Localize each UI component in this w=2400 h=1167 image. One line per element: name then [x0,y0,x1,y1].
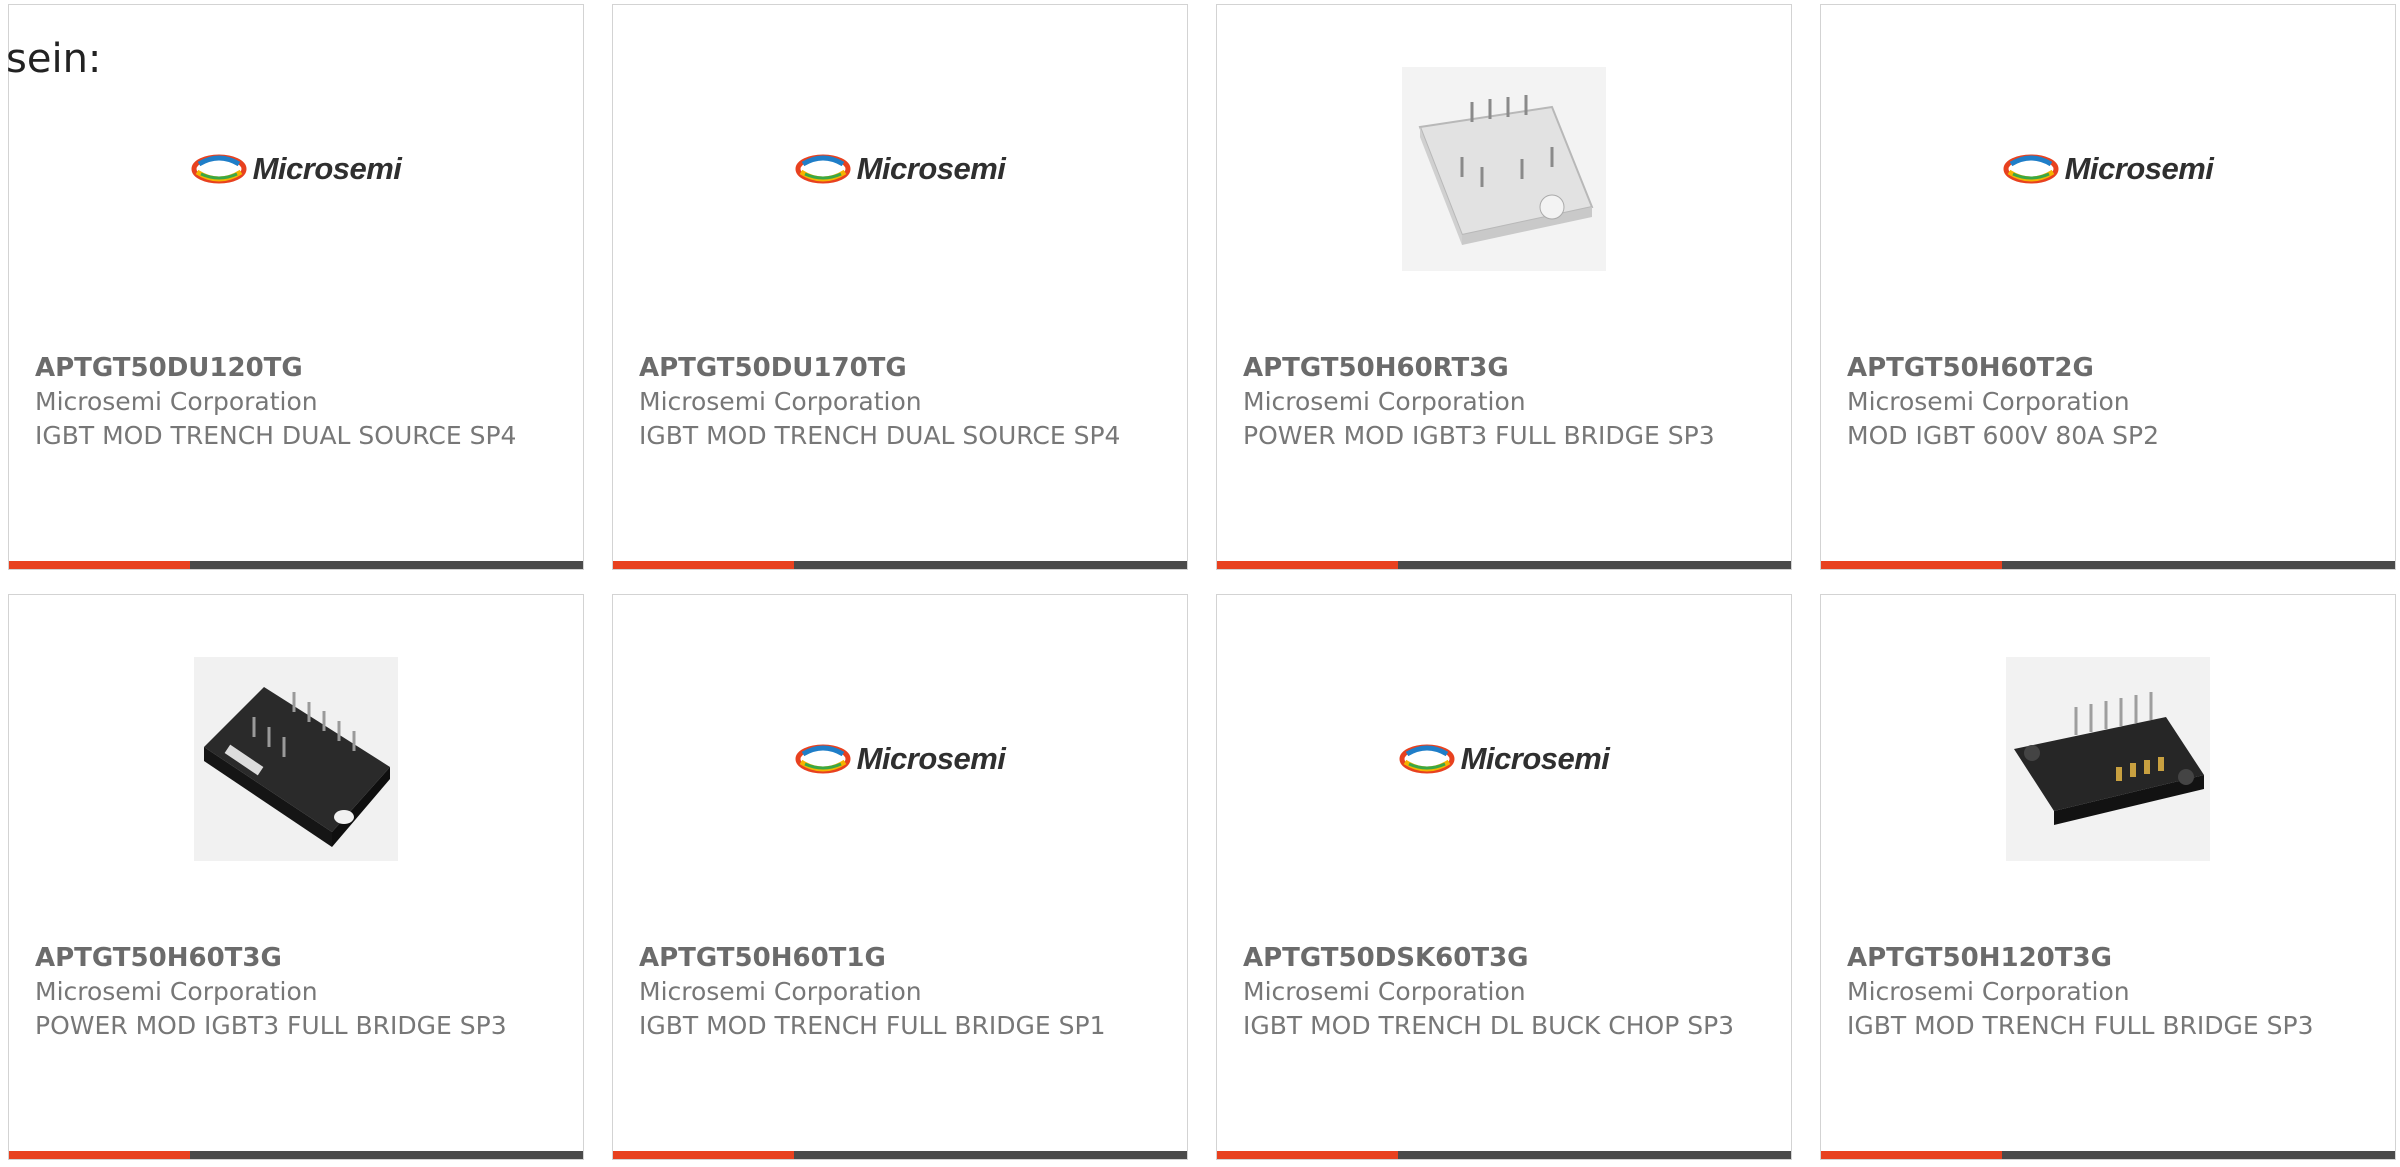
microsemi-logo-icon: Microsemi [795,741,1006,777]
manufacturer: Microsemi Corporation [639,387,922,416]
part-number-link[interactable]: APTGT50H60RT3G [1243,351,1771,385]
part-number-link[interactable]: APTGT50H60T3G [35,941,563,975]
card-bottom-bar [9,561,583,569]
manufacturer: Microsemi Corporation [1847,387,2130,416]
manufacturer: Microsemi Corporation [639,977,922,1006]
microsemi-logo-icon: Microsemi [1399,741,1610,777]
product-image[interactable]: Microsemi [191,67,402,271]
product-image[interactable] [1402,67,1606,271]
card-bottom-bar [613,561,1187,569]
product-card[interactable]: Microsemi APTGT50DSK60T3G Microsemi Corp… [1216,594,1792,1160]
product-image[interactable]: Microsemi [795,67,1006,271]
description: IGBT MOD TRENCH FULL BRIDGE SP1 [639,1011,1106,1040]
product-image[interactable]: Microsemi [2003,67,2214,271]
description: IGBT MOD TRENCH DUAL SOURCE SP4 [639,421,1121,450]
description: POWER MOD IGBT3 FULL BRIDGE SP3 [35,1011,507,1040]
product-card[interactable]: APTGT50H60T3G Microsemi Corporation POWE… [8,594,584,1160]
card-bottom-bar [1821,1151,2395,1159]
card-bottom-bar [9,1151,583,1159]
description: IGBT MOD TRENCH FULL BRIDGE SP3 [1847,1011,2314,1040]
manufacturer: Microsemi Corporation [1847,977,2130,1006]
microsemi-logo-icon: Microsemi [191,151,402,187]
product-card[interactable]: Microsemi APTGT50DU170TG Microsemi Corpo… [612,4,1188,570]
part-number-link[interactable]: APTGT50DU120TG [35,351,563,385]
intro-text: sein: [6,36,102,82]
card-bottom-bar [1217,561,1791,569]
part-number-link[interactable]: APTGT50DSK60T3G [1243,941,1771,975]
manufacturer: Microsemi Corporation [1243,977,1526,1006]
microsemi-logo-icon: Microsemi [795,151,1006,187]
manufacturer: Microsemi Corporation [35,977,318,1006]
product-image[interactable]: Microsemi [795,657,1006,861]
black-power-module-icon [194,657,398,861]
manufacturer: Microsemi Corporation [35,387,318,416]
description: IGBT MOD TRENCH DUAL SOURCE SP4 [35,421,517,450]
product-card[interactable]: Microsemi APTGT50DU120TG Microsemi Corpo… [8,4,584,570]
product-card[interactable]: Microsemi APTGT50H60T1G Microsemi Corpor… [612,594,1188,1160]
part-number-link[interactable]: APTGT50H60T2G [1847,351,2375,385]
description: POWER MOD IGBT3 FULL BRIDGE SP3 [1243,421,1715,450]
product-image[interactable]: Microsemi [1399,657,1610,861]
product-card[interactable]: APTGT50H60RT3G Microsemi Corporation POW… [1216,4,1792,570]
product-grid: Microsemi APTGT50DU120TG Microsemi Corpo… [0,0,2400,1167]
card-bottom-bar [1821,561,2395,569]
product-card[interactable]: Microsemi APTGT50H60T2G Microsemi Corpor… [1820,4,2396,570]
microsemi-logo-icon: Microsemi [2003,151,2214,187]
part-number-link[interactable]: APTGT50H60T1G [639,941,1167,975]
description: IGBT MOD TRENCH DL BUCK CHOP SP3 [1243,1011,1735,1040]
black-connector-module-icon [2006,657,2210,861]
product-card[interactable]: APTGT50H120T3G Microsemi Corporation IGB… [1820,594,2396,1160]
white-power-module-icon [1402,67,1606,271]
part-number-link[interactable]: APTGT50DU170TG [639,351,1167,385]
product-image[interactable] [2006,657,2210,861]
manufacturer: Microsemi Corporation [1243,387,1526,416]
part-number-link[interactable]: APTGT50H120T3G [1847,941,2375,975]
card-bottom-bar [1217,1151,1791,1159]
card-bottom-bar [613,1151,1187,1159]
product-image[interactable] [194,657,398,861]
description: MOD IGBT 600V 80A SP2 [1847,421,2160,450]
